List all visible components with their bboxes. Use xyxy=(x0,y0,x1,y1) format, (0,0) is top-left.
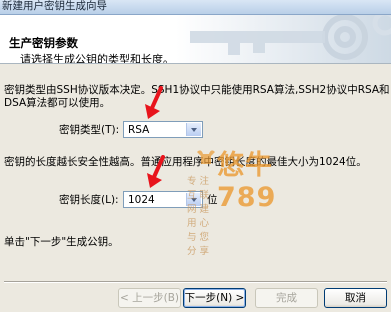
key-length-label: 密钥长度(L): xyxy=(59,194,119,206)
red-arrow-icon xyxy=(145,86,163,119)
wizard-header: 生产密钥参数 请选择生成公钥的类型和长度。 xyxy=(0,15,391,64)
bull-logo-icon xyxy=(197,150,215,164)
key-type-select[interactable]: RSA xyxy=(123,121,203,138)
cancel-button[interactable]: 取消 xyxy=(324,288,387,308)
key-type-value: RSA xyxy=(128,124,150,136)
key-type-label: 密钥类型(T): xyxy=(59,124,120,136)
title-bar: 新建用户密钥生成向导 xyxy=(0,0,391,15)
chevron-down-icon[interactable] xyxy=(186,123,201,136)
key-watermark-icon xyxy=(190,15,391,60)
key-type-description-line2: DSA算法都可以使用。 xyxy=(4,97,111,109)
key-type-description-line1: 密钥类型由SSH协议版本决定。SSH1协议中只能使用RSA算法,SSH2协议中R… xyxy=(4,84,390,96)
back-button[interactable]: < 上一步(B) xyxy=(118,288,181,308)
header-subtitle: 请选择生成公钥的类型和长度。 xyxy=(20,53,174,64)
next-step-hint: 单击"下一步"生成公钥。 xyxy=(4,236,119,248)
footer-divider xyxy=(4,281,387,283)
header-title: 生产密钥参数 xyxy=(9,36,78,50)
key-length-description: 密钥的长度越长安全性越高。普通应用程序中密钥长度的最佳大小为1024位。 xyxy=(4,156,367,168)
finish-button[interactable]: 完成 xyxy=(255,288,318,308)
next-button[interactable]: 下一步(N) > xyxy=(183,288,246,308)
key-length-value: 1024 xyxy=(128,194,155,206)
window-title: 新建用户密钥生成向导 xyxy=(2,0,107,12)
watermark-text: 悠牛789 xyxy=(217,150,277,213)
red-arrow-icon xyxy=(147,155,165,188)
watermark-subtext: 专注互联网建 用心与您分享 xyxy=(187,176,213,257)
